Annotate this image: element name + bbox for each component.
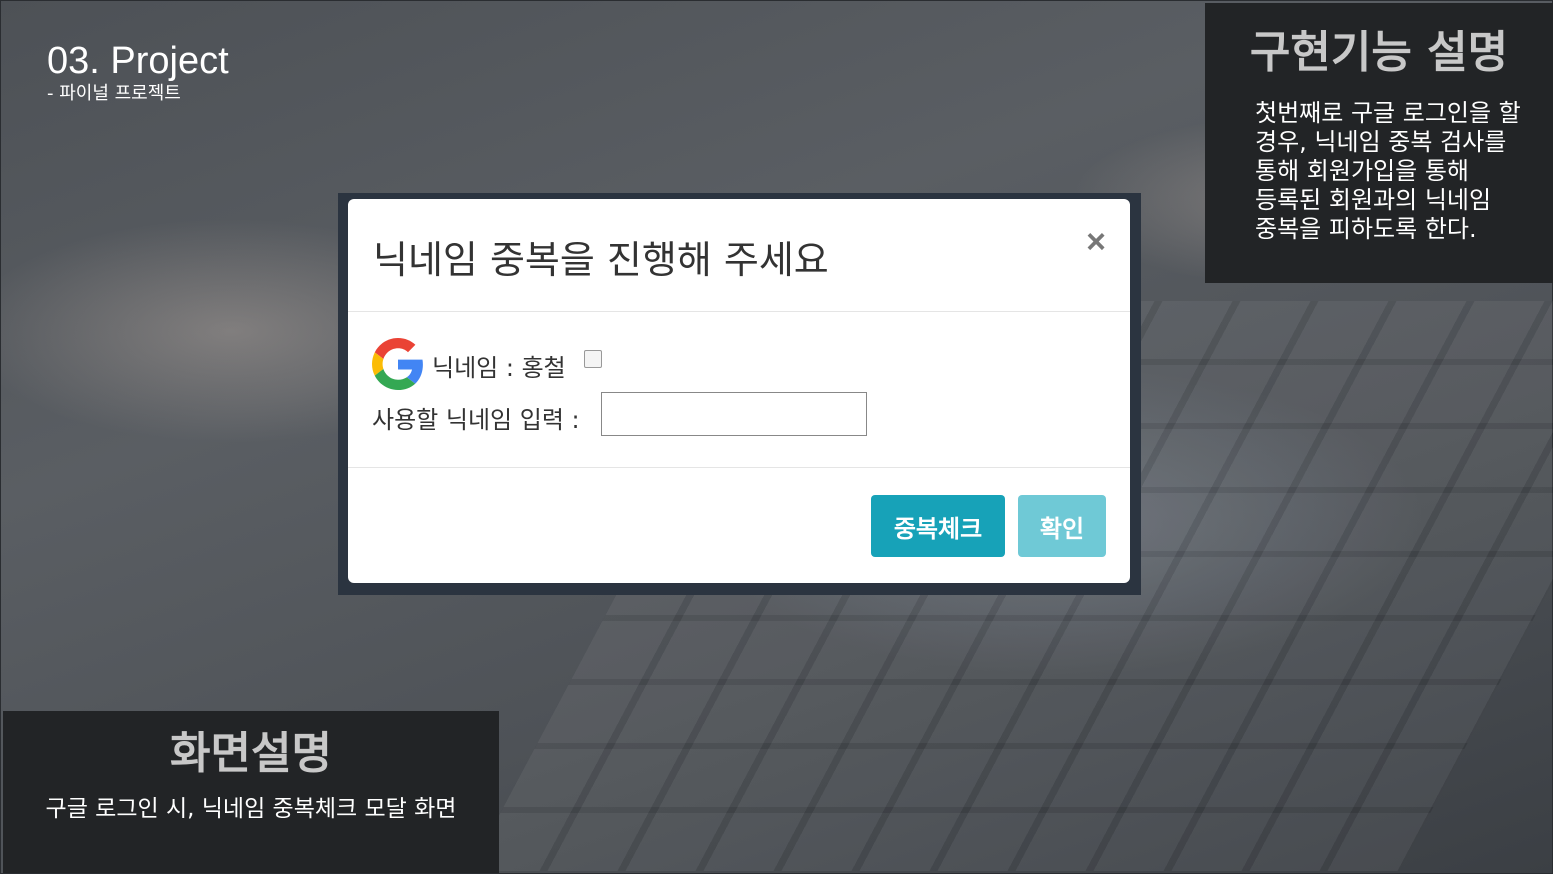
modal-title: 닉네임 중복을 진행해 주세요	[373, 238, 829, 282]
duplicate-check-button[interactable]: 중복체크	[871, 495, 1005, 557]
feature-description-panel: 구현기능 설명 첫번째로 구글 로그인을 할 경우, 닉네임 중복 검사를 통해…	[1205, 3, 1553, 283]
nickname-modal: 닉네임 중복을 진행해 주세요 × 닉네임 : 홍철 사용할 닉네임 입력 : …	[348, 199, 1130, 583]
confirm-button[interactable]: 확인	[1018, 495, 1106, 557]
nickname-label: 닉네임 : 홍철	[432, 354, 566, 382]
screen-description: 구글 로그인 시, 닉네임 중복체크 모달 화면	[45, 796, 457, 822]
page-title-block: 03. Project - 파이널 프로젝트	[47, 39, 229, 105]
page-title: 03. Project	[47, 40, 229, 82]
feature-heading: 구현기능 설명	[1249, 27, 1509, 78]
screen-heading: 화면설명	[170, 728, 332, 779]
nickname-checkbox[interactable]	[584, 350, 602, 368]
nickname-input[interactable]	[601, 392, 867, 436]
close-icon[interactable]: ×	[1086, 225, 1106, 259]
screen-description-panel: 화면설명 구글 로그인 시, 닉네임 중복체크 모달 화면	[3, 711, 499, 873]
feature-description: 첫번째로 구글 로그인을 할 경우, 닉네임 중복 검사를 통해 회원가입을 통…	[1255, 99, 1521, 243]
google-g-icon	[372, 338, 423, 390]
page-subtitle: - 파이널 프로젝트	[47, 83, 181, 104]
embedded-screenshot: 닉네임 중복을 진행해 주세요 × 닉네임 : 홍철 사용할 닉네임 입력 : …	[338, 193, 1141, 595]
slide-background: 03. Project - 파이널 프로젝트 구현기능 설명 첫번째로 구글 로…	[0, 0, 1553, 874]
modal-header: 닉네임 중복을 진행해 주세요 ×	[348, 199, 1130, 312]
modal-body: 닉네임 : 홍철 사용할 닉네임 입력 :	[348, 312, 1130, 468]
nickname-input-label: 사용할 닉네임 입력 :	[372, 406, 580, 434]
